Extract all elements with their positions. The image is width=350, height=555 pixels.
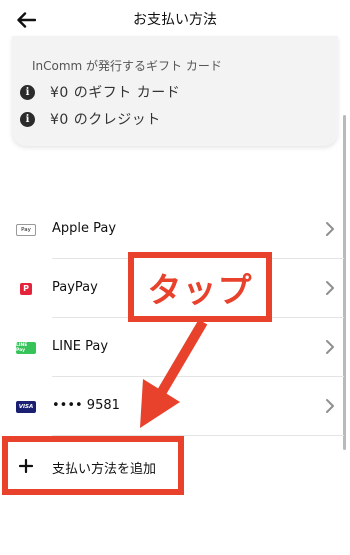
- page-title: お支払い方法: [133, 12, 217, 28]
- paypay-logo: P: [16, 283, 36, 295]
- gift-card-balance-row: i ¥0 のギフト カード: [20, 83, 180, 101]
- info-icon[interactable]: i: [20, 111, 35, 127]
- chevron-right-icon: [326, 222, 334, 236]
- payment-item-label: PayPay: [52, 280, 98, 295]
- line-pay-logo: LINE Pay: [16, 342, 36, 354]
- payment-methods-screen: お支払い方法 InComm が発行するギフト カード i ¥0 のギフト カード…: [0, 0, 350, 555]
- payment-item-visa[interactable]: VISA •••• 9581: [0, 378, 344, 436]
- gift-card-balance: ¥0 のギフト カード: [50, 85, 181, 101]
- tap-annotation-box: タップ: [128, 252, 272, 322]
- credit-balance: ¥0 のクレジット: [50, 112, 161, 128]
- payment-item-line-pay[interactable]: LINE Pay LINE Pay: [0, 319, 344, 377]
- visa-logo-text: VISA: [18, 404, 34, 410]
- add-annotation-highlight: [2, 436, 184, 495]
- payment-item-apple-pay[interactable]: Pay Apple Pay: [0, 201, 344, 259]
- chevron-right-icon: [326, 399, 334, 413]
- gift-card-title: InComm が発行するギフト カード: [32, 59, 222, 73]
- line-pay-logo-text: LINE Pay: [16, 343, 28, 353]
- payment-item-label: LINE Pay: [52, 339, 109, 354]
- visa-logo: VISA: [16, 401, 36, 413]
- credit-balance-row: i ¥0 のクレジット: [20, 110, 161, 128]
- chevron-right-icon: [326, 340, 334, 354]
- divider: [52, 376, 344, 377]
- tap-annotation-label: タップ: [147, 270, 253, 311]
- paypay-logo-text: P: [20, 283, 32, 295]
- payment-item-label: Apple Pay: [52, 221, 117, 236]
- payment-item-label: •••• 9581: [52, 398, 120, 413]
- apple-pay-logo: Pay: [16, 224, 36, 236]
- chevron-right-icon: [326, 281, 334, 295]
- header: お支払い方法: [0, 0, 350, 38]
- info-icon[interactable]: i: [20, 84, 35, 100]
- apple-pay-logo-text: Pay: [21, 227, 31, 233]
